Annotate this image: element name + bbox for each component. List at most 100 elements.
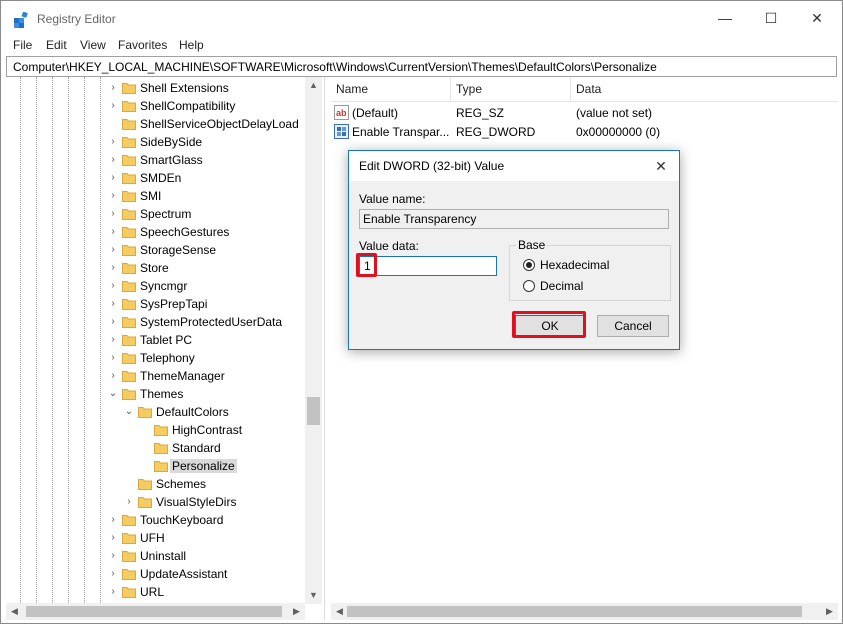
tree-item[interactable]: › SpeechGestures xyxy=(6,223,306,241)
list-item[interactable]: Enable Transpar... REG_DWORD 0x00000000 … xyxy=(331,123,838,141)
tree-item-label: SystemProtectedUserData xyxy=(140,315,283,329)
tree-item[interactable]: › Telephony xyxy=(6,349,306,367)
tree-item[interactable]: › SideBySide xyxy=(6,133,306,151)
decimal-radio[interactable] xyxy=(523,280,535,292)
folder-icon xyxy=(122,371,136,382)
dialog-close-icon[interactable]: ✕ xyxy=(651,156,671,176)
tree-item-label: SpeechGestures xyxy=(140,225,230,239)
address-bar[interactable]: Computer\HKEY_LOCAL_MACHINE\SOFTWARE\Mic… xyxy=(6,56,837,77)
tree-item[interactable]: › SysPrepTapi xyxy=(6,295,306,313)
menu-help[interactable]: Help xyxy=(179,38,204,52)
chevron-right-icon[interactable]: › xyxy=(108,101,118,111)
scroll-thumb[interactable] xyxy=(26,606,282,617)
chevron-right-icon[interactable]: › xyxy=(108,263,118,273)
chevron-right-icon[interactable]: › xyxy=(108,317,118,327)
chevron-right-icon[interactable]: › xyxy=(108,155,118,165)
scroll-left-icon[interactable]: ◀ xyxy=(331,603,348,620)
tree-item[interactable]: Schemes xyxy=(6,475,306,493)
pane-splitter[interactable] xyxy=(324,77,331,620)
tree-item[interactable]: › SMDEn xyxy=(6,169,306,187)
chevron-right-icon[interactable]: › xyxy=(108,227,118,237)
folder-icon xyxy=(122,263,136,274)
chevron-right-icon[interactable]: › xyxy=(108,137,118,147)
maximize-button[interactable]: ☐ xyxy=(748,1,794,35)
tree-item[interactable]: ShellServiceObjectDelayLoad xyxy=(6,115,306,133)
hexadecimal-radio[interactable] xyxy=(523,259,535,271)
tree-item-label: Spectrum xyxy=(140,207,192,221)
column-header-data[interactable]: Data xyxy=(571,77,838,101)
close-button[interactable]: ✕ xyxy=(794,1,840,35)
tree-item[interactable]: › UFH xyxy=(6,529,306,547)
column-header-name[interactable]: Name xyxy=(331,77,451,101)
tree-item[interactable]: › SystemProtectedUserData xyxy=(6,313,306,331)
chevron-right-icon[interactable]: › xyxy=(108,353,118,363)
scroll-down-icon[interactable]: ▼ xyxy=(305,587,322,604)
registry-tree[interactable]: › Shell Extensions › ShellCompatibility Shel… xyxy=(6,77,324,605)
chevron-right-icon[interactable]: › xyxy=(108,371,118,381)
title-bar[interactable]: Registry Editor — ☐ ✕ xyxy=(1,1,842,35)
chevron-right-icon[interactable]: › xyxy=(108,191,118,201)
chevron-right-icon[interactable]: › xyxy=(108,299,118,309)
scroll-thumb[interactable] xyxy=(307,397,320,425)
chevron-down-icon[interactable]: ⌄ xyxy=(124,407,134,417)
chevron-right-icon[interactable]: › xyxy=(108,515,118,525)
scroll-up-icon[interactable]: ▲ xyxy=(305,77,322,94)
dialog-title-bar[interactable]: Edit DWORD (32-bit) Value ✕ xyxy=(349,151,679,181)
tree-item[interactable]: › VisualStyleDirs xyxy=(6,493,306,511)
list-horizontal-scrollbar[interactable]: ◀ ▶ xyxy=(331,603,838,620)
column-header-type[interactable]: Type xyxy=(451,77,571,101)
chevron-right-icon[interactable]: › xyxy=(108,587,118,597)
chevron-right-icon[interactable]: › xyxy=(108,551,118,561)
tree-vertical-scrollbar[interactable]: ▲ ▼ xyxy=(305,77,322,604)
value-data-input[interactable]: 1 xyxy=(359,256,497,276)
chevron-down-icon[interactable]: ⌄ xyxy=(108,389,118,399)
tree-item[interactable]: › Store xyxy=(6,259,306,277)
decimal-label[interactable]: Decimal xyxy=(540,279,583,293)
scroll-right-icon[interactable]: ▶ xyxy=(288,603,305,620)
minimize-button[interactable]: — xyxy=(702,1,748,35)
folder-icon xyxy=(122,281,136,292)
tree-horizontal-scrollbar[interactable]: ◀ ▶ xyxy=(6,603,305,620)
chevron-right-icon[interactable]: › xyxy=(108,83,118,93)
chevron-right-icon[interactable]: › xyxy=(108,173,118,183)
tree-item[interactable]: Personalize xyxy=(6,457,306,475)
tree-item[interactable]: HighContrast xyxy=(6,421,306,439)
svg-text:ab: ab xyxy=(336,108,347,118)
tree-item[interactable]: › SMI xyxy=(6,187,306,205)
scroll-thumb[interactable] xyxy=(347,606,802,617)
menu-favorites[interactable]: Favorites xyxy=(118,38,167,52)
tree-item[interactable]: ⌄ Themes xyxy=(6,385,306,403)
hexadecimal-label[interactable]: Hexadecimal xyxy=(540,258,609,272)
tree-item[interactable]: › Shell Extensions xyxy=(6,79,306,97)
tree-item-label: DefaultColors xyxy=(156,405,229,419)
tree-item[interactable]: › UpdateAssistant xyxy=(6,565,306,583)
chevron-right-icon[interactable]: › xyxy=(108,569,118,579)
menu-edit[interactable]: Edit xyxy=(46,38,67,52)
chevron-right-icon[interactable]: › xyxy=(108,209,118,219)
tree-item[interactable]: › ThemeManager xyxy=(6,367,306,385)
tree-item[interactable]: › Uninstall xyxy=(6,547,306,565)
chevron-right-icon[interactable]: › xyxy=(108,335,118,345)
chevron-right-icon[interactable]: › xyxy=(108,533,118,543)
tree-item[interactable]: › SmartGlass xyxy=(6,151,306,169)
maximize-icon: ☐ xyxy=(764,9,778,26)
scroll-left-icon[interactable]: ◀ xyxy=(6,603,23,620)
tree-item[interactable]: › ShellCompatibility xyxy=(6,97,306,115)
tree-item[interactable]: ⌄ DefaultColors xyxy=(6,403,306,421)
scroll-right-icon[interactable]: ▶ xyxy=(821,603,838,620)
value-name-field: Enable Transparency xyxy=(359,209,669,229)
chevron-right-icon[interactable]: › xyxy=(124,497,134,507)
tree-item[interactable]: › Syncmgr xyxy=(6,277,306,295)
tree-item[interactable]: › URL xyxy=(6,583,306,601)
tree-item[interactable]: Standard xyxy=(6,439,306,457)
tree-item[interactable]: › StorageSense xyxy=(6,241,306,259)
list-item[interactable]: ab (Default) REG_SZ (value not set) xyxy=(331,104,838,122)
cancel-button[interactable]: Cancel xyxy=(597,315,669,337)
tree-item[interactable]: › Tablet PC xyxy=(6,331,306,349)
chevron-right-icon[interactable]: › xyxy=(108,281,118,291)
tree-item[interactable]: › Spectrum xyxy=(6,205,306,223)
chevron-right-icon[interactable]: › xyxy=(108,245,118,255)
menu-view[interactable]: View xyxy=(80,38,106,52)
tree-item[interactable]: › TouchKeyboard xyxy=(6,511,306,529)
menu-file[interactable]: File xyxy=(13,38,32,52)
